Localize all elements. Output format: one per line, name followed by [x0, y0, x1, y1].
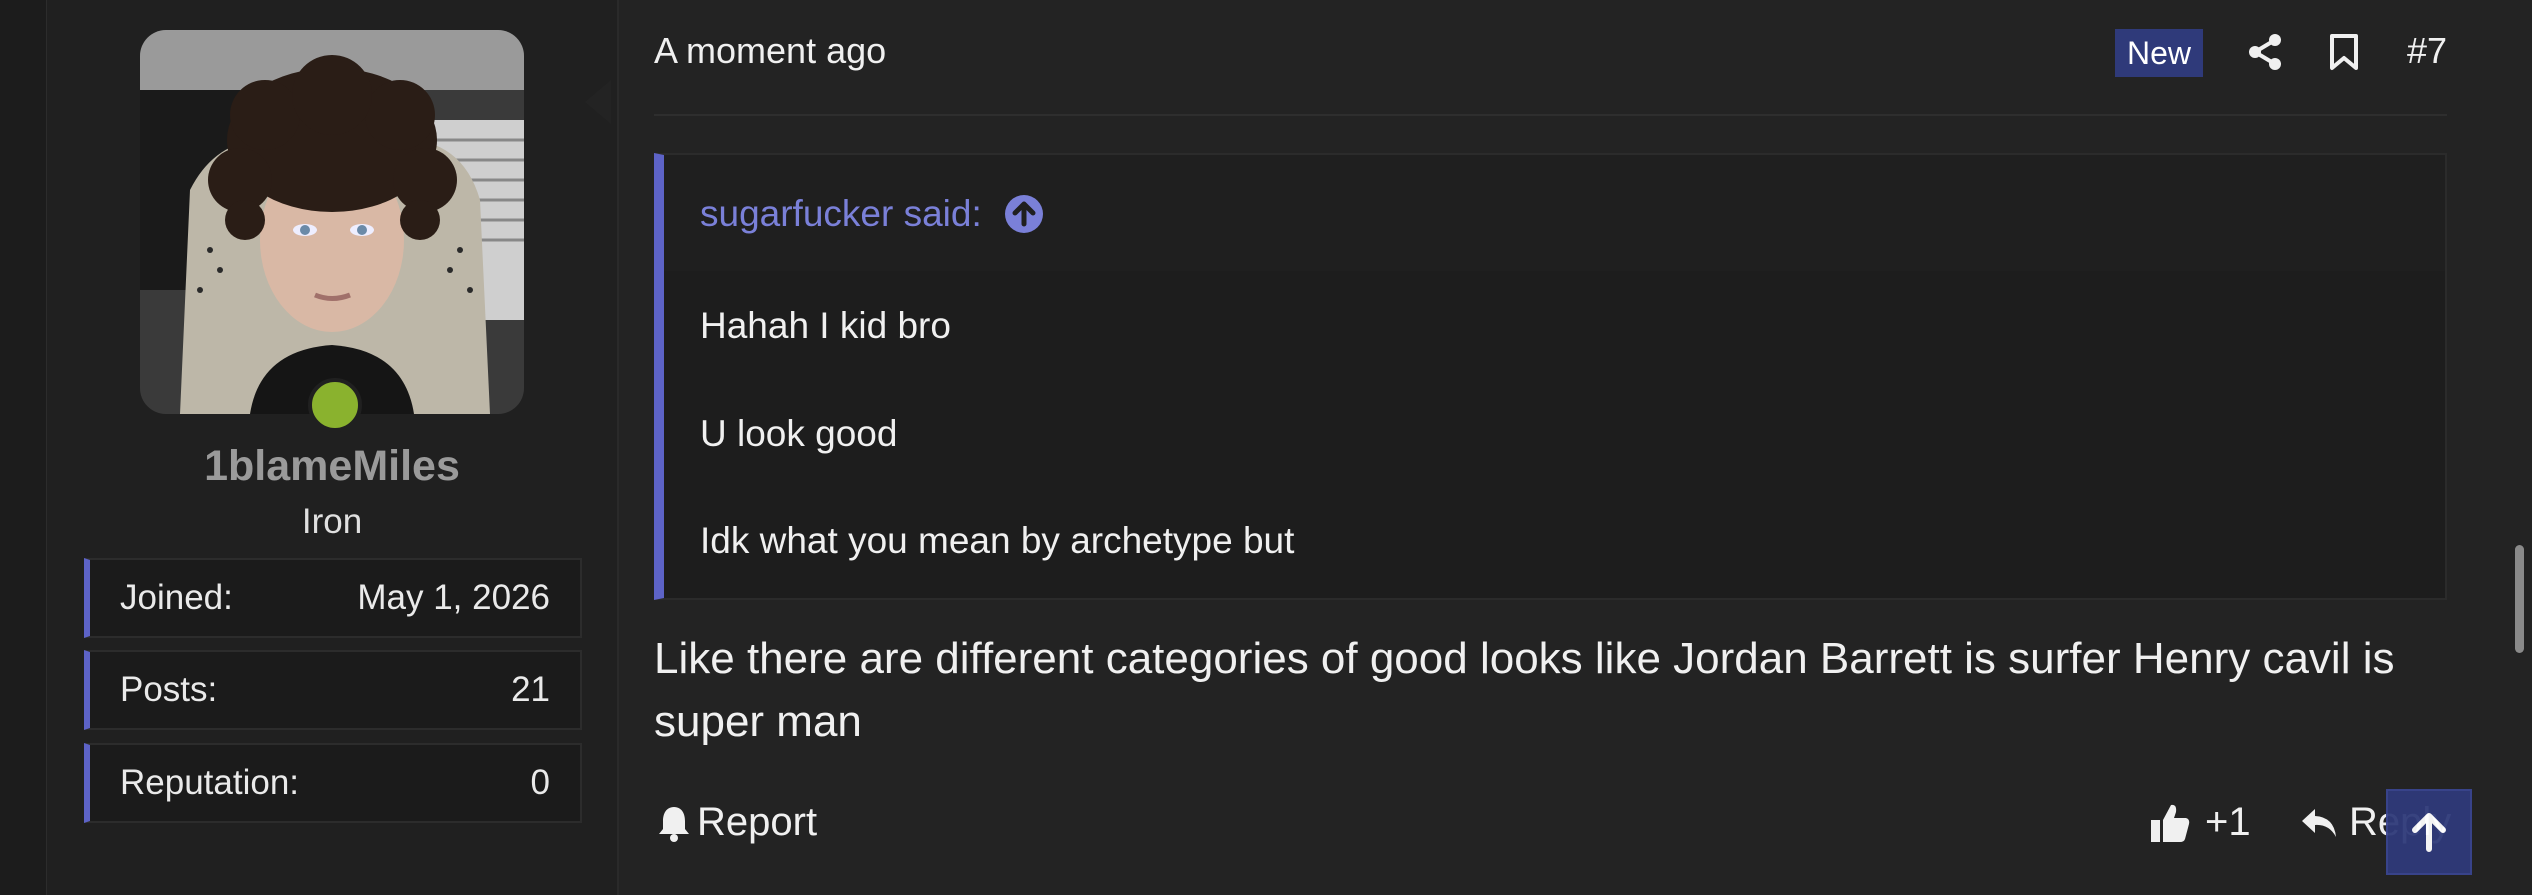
post: A moment ago New #7 sugarfucker said: Ha… — [619, 0, 2532, 895]
like-count: +1 — [2205, 800, 2251, 844]
avatar-image — [140, 30, 524, 414]
report-button[interactable]: Report — [657, 800, 817, 845]
quote-block: sugarfucker said: Hahah I kid bro U look… — [654, 153, 2447, 600]
quote-line: Hahah I kid bro — [700, 305, 951, 346]
quote-author-link[interactable]: sugarfucker said: — [700, 193, 1044, 235]
arrow-up-icon — [2412, 813, 2446, 852]
quote-author: sugarfucker said: — [700, 193, 982, 234]
stat-value: 21 — [511, 670, 550, 709]
bell-icon — [659, 806, 689, 842]
post-timestamp[interactable]: A moment ago — [654, 30, 886, 72]
stat-value: May 1, 2026 — [357, 578, 550, 617]
reply-icon — [2302, 808, 2336, 837]
user-panel: 1blameMiles Iron Joined: May 1, 2026 Pos… — [47, 0, 619, 895]
stat-reputation: Reputation: 0 — [84, 743, 582, 823]
quote-line: U look good — [700, 413, 898, 454]
bookmark-icon[interactable] — [2322, 30, 2366, 74]
share-icon[interactable] — [2243, 30, 2287, 74]
post-number[interactable]: #7 — [2407, 30, 2447, 72]
scrollbar-thumb[interactable] — [2515, 545, 2524, 653]
stat-label: Reputation: — [120, 763, 300, 802]
post-body: Like there are different categories of g… — [654, 634, 2395, 746]
header-divider — [654, 114, 2447, 116]
thumbs-up-icon — [2151, 804, 2190, 842]
post-pointer — [585, 80, 611, 124]
like-button[interactable]: +1 — [2149, 800, 2251, 845]
online-status-indicator — [308, 378, 362, 432]
user-rank: Iron — [301, 502, 363, 541]
stat-label: Posts: — [120, 670, 218, 709]
report-label: Report — [697, 800, 818, 844]
avatar[interactable] — [140, 30, 524, 414]
username[interactable]: 1blameMiles — [47, 442, 617, 491]
quote-line: Idk what you mean by archetype but — [700, 520, 1295, 561]
new-badge: New — [2115, 29, 2204, 77]
stat-label: Joined: — [120, 578, 233, 617]
stat-value: 0 — [530, 763, 550, 802]
stat-posts: Posts: 21 — [84, 650, 582, 730]
stat-joined: Joined: May 1, 2026 — [84, 558, 582, 638]
jump-to-quote-icon — [1004, 195, 1043, 233]
scroll-to-top-button[interactable] — [2386, 789, 2472, 875]
